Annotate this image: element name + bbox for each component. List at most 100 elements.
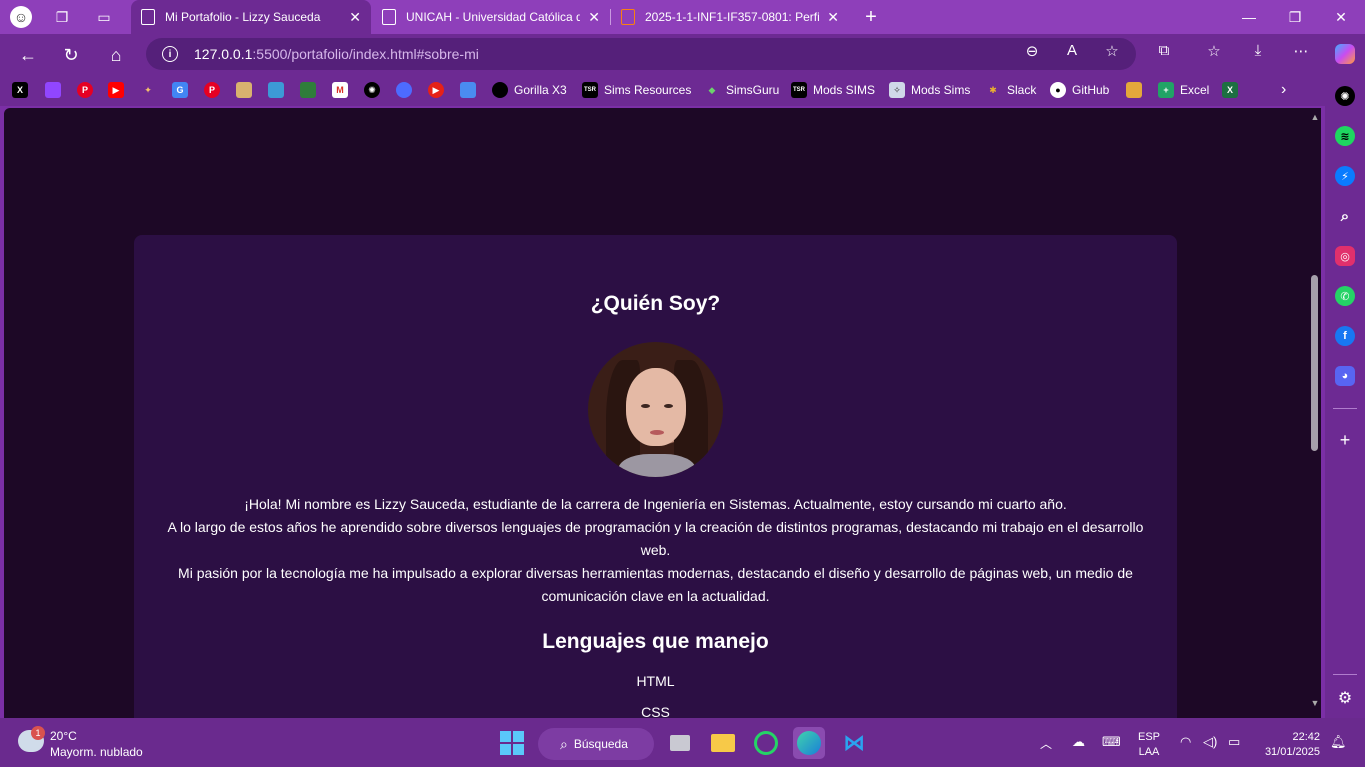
settings-gear-icon[interactable]: ⚙	[1335, 688, 1355, 708]
search-icon[interactable]: ⌕	[1335, 206, 1355, 226]
bookmark-8[interactable]	[236, 81, 252, 99]
chatgpt-icon[interactable]: ✺	[1335, 86, 1355, 106]
bookmark-gmail[interactable]: M	[332, 81, 348, 99]
spotify-icon[interactable]: ≋	[1335, 126, 1355, 146]
bookmark-github[interactable]: ● GitHub	[1050, 81, 1109, 99]
instagram-icon[interactable]: ◎	[1335, 246, 1355, 266]
close-tab-icon[interactable]: ✕	[827, 9, 839, 26]
profile-avatar-icon[interactable]: ☺	[10, 6, 32, 28]
restore-icon[interactable]: ❐	[1272, 0, 1318, 34]
bookmark-9[interactable]	[268, 81, 284, 99]
scroll-thumb[interactable]	[1311, 275, 1318, 451]
bookmark-label: Gorilla X3	[514, 83, 567, 97]
favorites-icon[interactable]: ☆	[1202, 42, 1226, 60]
bookmark-gorilla[interactable]: Gorilla X3	[492, 81, 567, 99]
sidebar-divider	[1333, 674, 1357, 675]
bookmark-10[interactable]	[300, 81, 316, 99]
excel-plus-icon: +	[1158, 82, 1174, 98]
bookmark-youtube[interactable]: ▶	[108, 81, 124, 99]
site-info-icon[interactable]: i	[162, 46, 178, 62]
bookmark-label: Slack	[1007, 83, 1037, 97]
pinterest-icon: P	[77, 82, 93, 98]
bookmark-label: GitHub	[1072, 83, 1110, 97]
vscode-icon[interactable]: ⋈	[838, 727, 870, 759]
favorite-star-icon[interactable]: ☆	[1100, 42, 1124, 60]
keyboard-icon[interactable]: ⌨	[1102, 734, 1121, 750]
edge-sidebar: ✺ ≋ ⚡ ⌕ ◎ ✆ f ◕ + ⚙	[1325, 34, 1365, 718]
volume-icon[interactable]: ◁)	[1203, 734, 1217, 750]
bookmark-15[interactable]	[460, 81, 476, 99]
onedrive-icon[interactable]: ☁	[1072, 734, 1085, 750]
language-indicator[interactable]: ESP LAA	[1134, 730, 1164, 760]
bookmarks-overflow-icon[interactable]: ›	[1281, 81, 1286, 99]
more-options-icon[interactable]: ⋯	[1289, 42, 1313, 60]
bookmark-mods-sims-2[interactable]: ✧ Mods Sims	[889, 81, 970, 99]
zoom-icon[interactable]: ⊖	[1020, 42, 1044, 60]
taskbar-search[interactable]: ⌕ Búsqueda	[538, 728, 654, 760]
add-sidebar-app-icon[interactable]: +	[1335, 430, 1355, 450]
navigation-bar: ← ↻ ⌂ i 127.0.0.1 :5500/portafolio/index…	[0, 34, 1325, 74]
tab-portafolio[interactable]: Mi Portafolio - Lizzy Sauceda ✕	[131, 0, 371, 34]
new-tab-icon[interactable]: +	[860, 6, 882, 28]
bookmark-label: Mods Sims	[911, 83, 971, 97]
close-tab-icon[interactable]: ✕	[349, 9, 361, 26]
tab-perfil[interactable]: 2025-1-1-INF1-IF357-0801: Perfil ✕	[611, 0, 849, 34]
bookmark-5[interactable]: ✦	[140, 81, 156, 99]
address-bar[interactable]: i 127.0.0.1 :5500/portafolio/index.html#…	[146, 38, 1136, 70]
twitch-icon	[45, 82, 61, 98]
tab-unicah[interactable]: UNICAH - Universidad Católica de ✕	[372, 0, 610, 34]
bookmark-slack[interactable]: ✱ Slack	[985, 81, 1036, 99]
clock[interactable]: 22:42 31/01/2025	[1256, 730, 1320, 760]
home-icon[interactable]: ⌂	[103, 42, 129, 68]
discord-icon[interactable]: ◕	[1335, 366, 1355, 386]
battery-icon[interactable]: ▭	[1228, 734, 1240, 750]
bookmark-mods-sims-1[interactable]: TSR Mods SIMS	[791, 81, 875, 99]
windows-start-icon[interactable]	[496, 727, 528, 759]
bookmark-pinterest[interactable]: P	[77, 81, 93, 99]
keyboard-layout: LAA	[1138, 746, 1160, 758]
bookmark-translate[interactable]: G	[172, 81, 188, 99]
back-icon[interactable]: ←	[15, 42, 41, 68]
bookmark-twitch[interactable]	[45, 81, 61, 99]
plumbob-icon: ◆	[708, 84, 716, 95]
page-scrollbar[interactable]: ▲ ▼	[1309, 108, 1321, 718]
file-explorer-icon[interactable]	[707, 727, 739, 759]
bookmark-simsguru[interactable]: ◆ SimsGuru	[704, 81, 780, 99]
bookmark-14[interactable]: ▶	[428, 81, 444, 99]
minimize-icon[interactable]: —	[1226, 0, 1272, 34]
bookmark-22[interactable]	[1126, 81, 1142, 99]
gmail-icon: M	[332, 82, 348, 98]
bookmark-chatgpt[interactable]: ✺	[364, 81, 380, 99]
facebook-icon[interactable]: f	[1335, 326, 1355, 346]
wifi-icon[interactable]: ◠	[1180, 734, 1191, 750]
read-aloud-icon[interactable]: A	[1060, 42, 1084, 59]
temperature: 20°C	[50, 729, 77, 743]
bookmark-excel[interactable]: + Excel	[1158, 81, 1209, 99]
scroll-up-icon[interactable]: ▲	[1310, 112, 1320, 122]
extensions-icon[interactable]: ⧉	[1152, 42, 1176, 59]
messenger-icon[interactable]: ⚡	[1335, 166, 1355, 186]
photo-shirt	[618, 454, 696, 477]
task-view-icon[interactable]	[664, 727, 696, 759]
mods-icon: ✧	[889, 82, 905, 98]
bookmark-label: Sims Resources	[604, 83, 692, 97]
bookmark-13[interactable]	[396, 81, 412, 99]
show-hidden-icons[interactable]: ︿	[1040, 735, 1052, 752]
close-tab-icon[interactable]: ✕	[588, 9, 600, 26]
close-window-icon[interactable]: ✕	[1318, 0, 1364, 34]
tab-actions-icon[interactable]: ▭	[93, 6, 115, 28]
whatsapp-icon[interactable]: ✆	[1335, 286, 1355, 306]
copilot-icon[interactable]	[1335, 44, 1355, 64]
refresh-icon[interactable]: ↻	[58, 42, 84, 68]
notifications-bell-icon[interactable]: 🔔︎	[1330, 734, 1347, 750]
workspaces-icon[interactable]: ❐	[51, 6, 73, 28]
edge-browser-icon[interactable]	[793, 727, 825, 759]
bookmark-pinterest-2[interactable]: P	[204, 81, 220, 99]
youtube-icon: ▶	[108, 82, 124, 98]
bookmark-24[interactable]: X	[1222, 81, 1238, 99]
whatsapp-icon[interactable]	[750, 727, 782, 759]
downloads-icon[interactable]: ⤓	[1246, 42, 1270, 59]
scroll-down-icon[interactable]: ▼	[1310, 698, 1320, 708]
bookmark-sims-resources[interactable]: TSR Sims Resources	[582, 81, 691, 99]
bookmark-x[interactable]: X	[12, 81, 28, 99]
